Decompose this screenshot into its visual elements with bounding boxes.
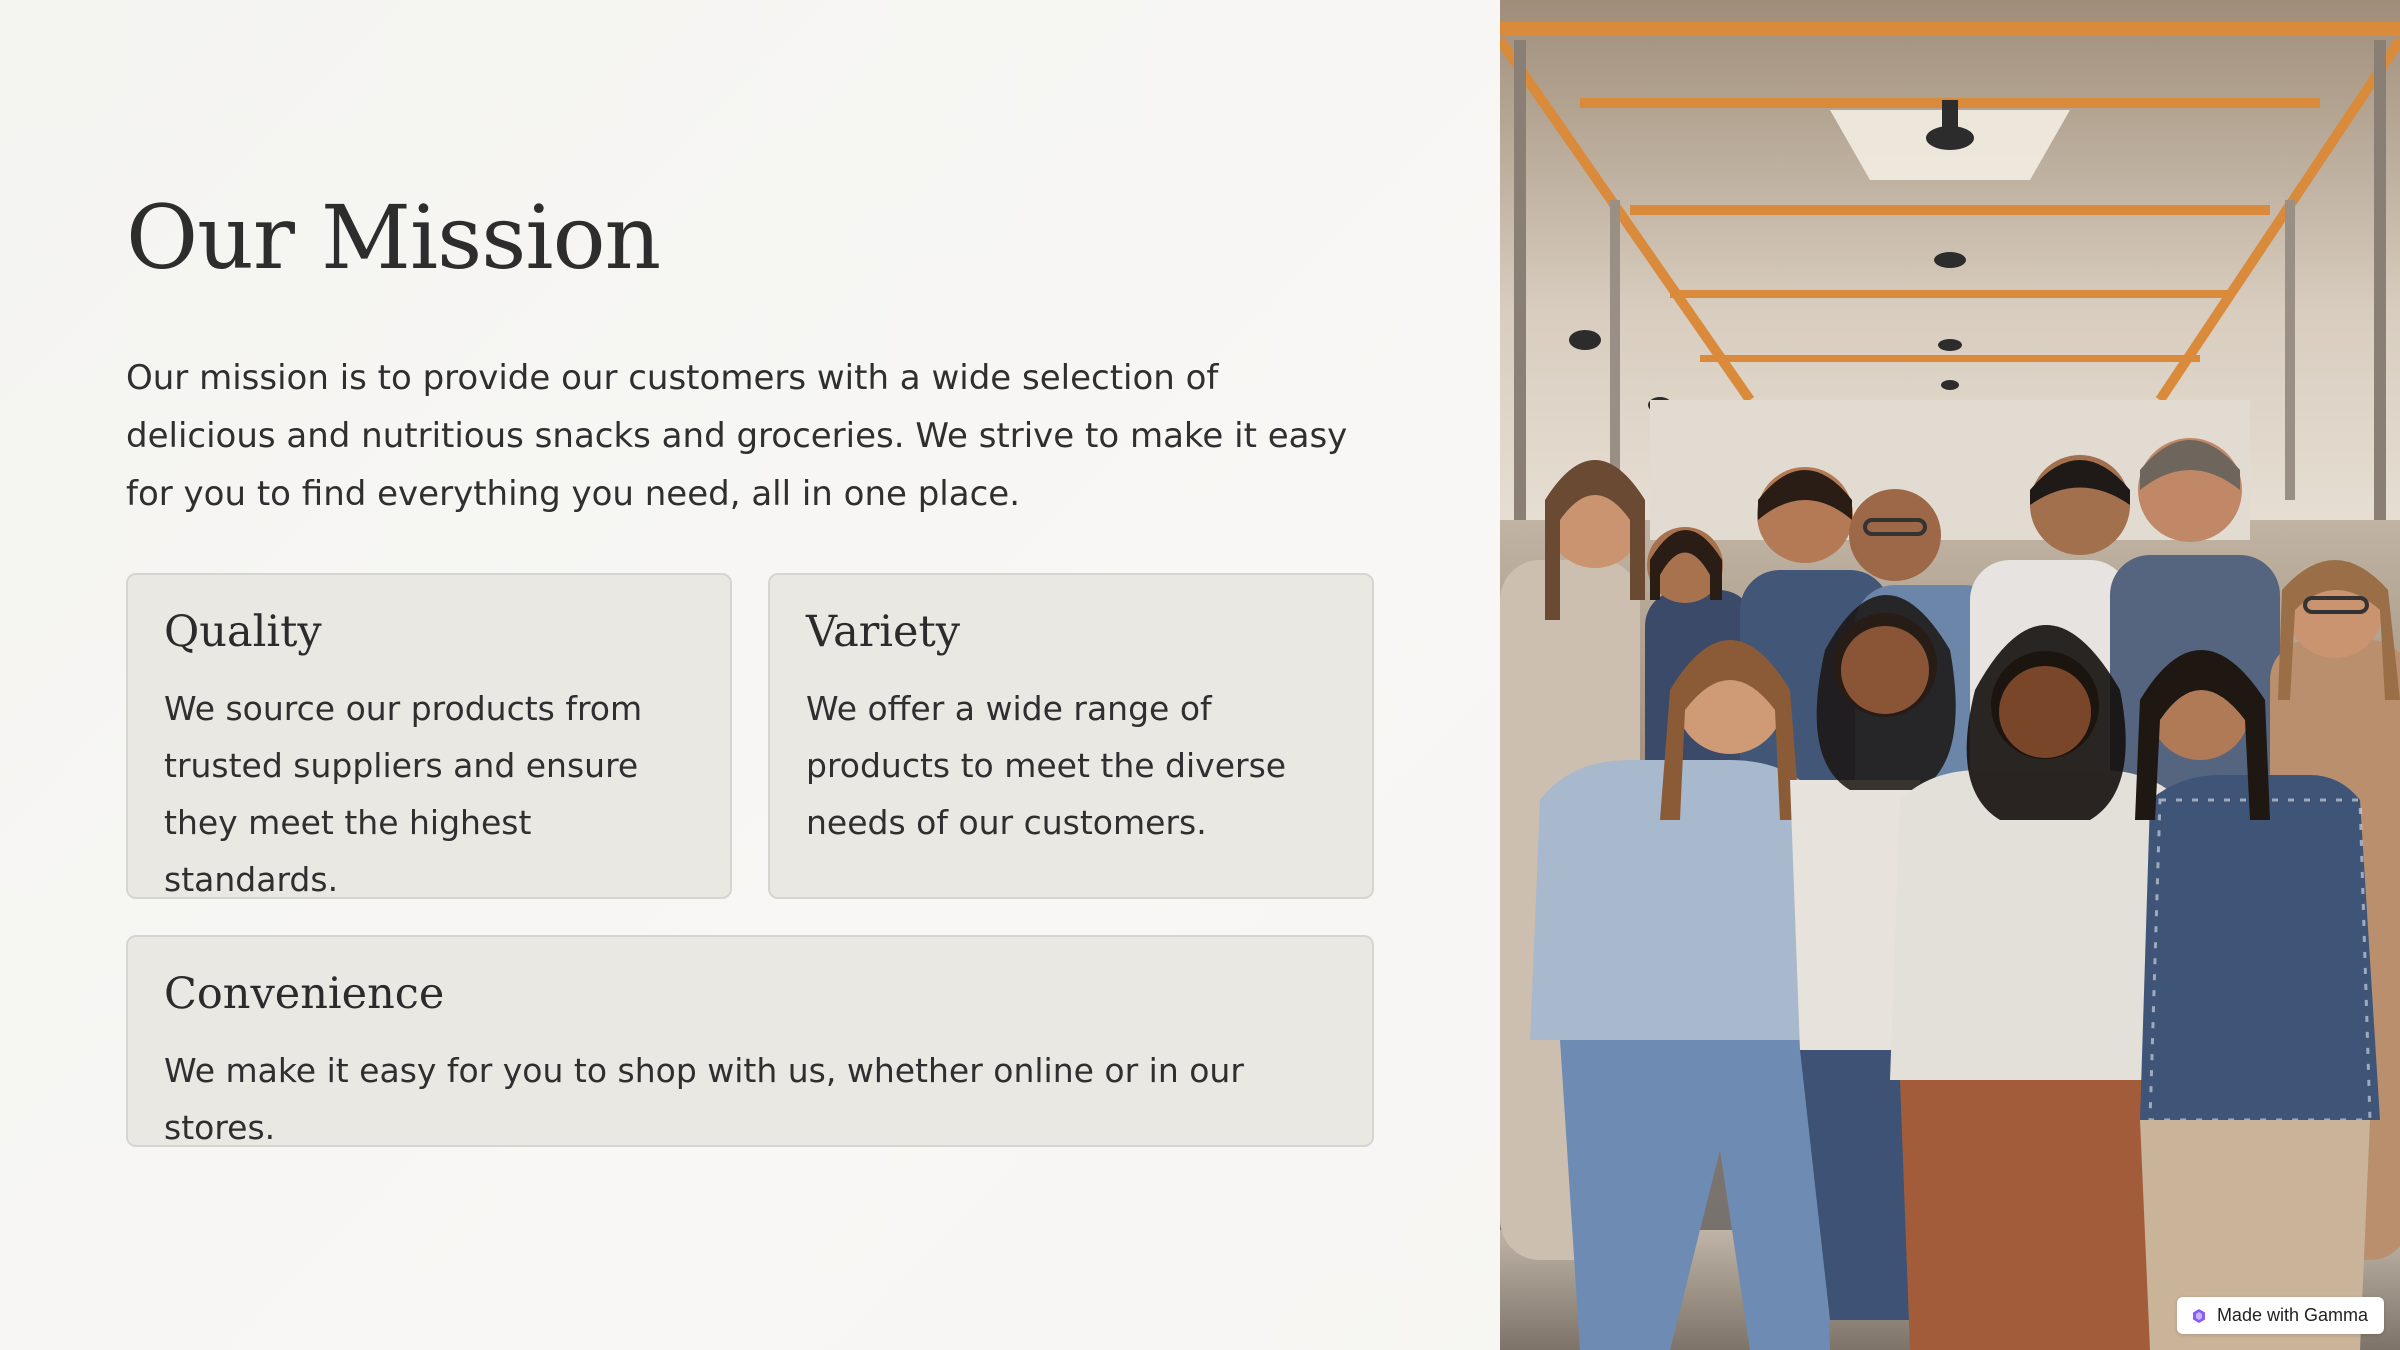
badge-label: Made with Gamma xyxy=(2216,1305,2368,1325)
content-panel: Our Mission Our mission is to provide ou… xyxy=(126,186,1376,1148)
card-body: We offer a wide range of products to mee… xyxy=(806,689,1287,843)
gamma-logo-icon xyxy=(2191,1308,2207,1324)
team-photo: Made with Gamma xyxy=(1500,0,2400,1350)
people-group xyxy=(1500,438,2400,1350)
warehouse-team-illustration xyxy=(1500,0,2400,1350)
made-with-gamma-badge[interactable]: Made with Gamma xyxy=(2176,1297,2384,1334)
feature-cards: Quality We source our products from trus… xyxy=(126,572,1374,1148)
card-title: Convenience xyxy=(164,968,445,1019)
card-variety: Variety We offer a wide range of product… xyxy=(768,572,1374,899)
mission-intro: Our mission is to provide our customers … xyxy=(126,357,1348,514)
card-body: We make it easy for you to shop with us,… xyxy=(164,1051,1244,1148)
card-quality: Quality We source our products from trus… xyxy=(126,572,732,899)
card-body: We source our products from trusted supp… xyxy=(164,689,643,900)
card-title: Quality xyxy=(164,606,322,657)
page-title: Our Mission xyxy=(126,186,661,289)
card-title: Variety xyxy=(806,606,961,657)
card-convenience: Convenience We make it easy for you to s… xyxy=(126,934,1374,1147)
slide: Our Mission Our mission is to provide ou… xyxy=(0,0,2400,1350)
